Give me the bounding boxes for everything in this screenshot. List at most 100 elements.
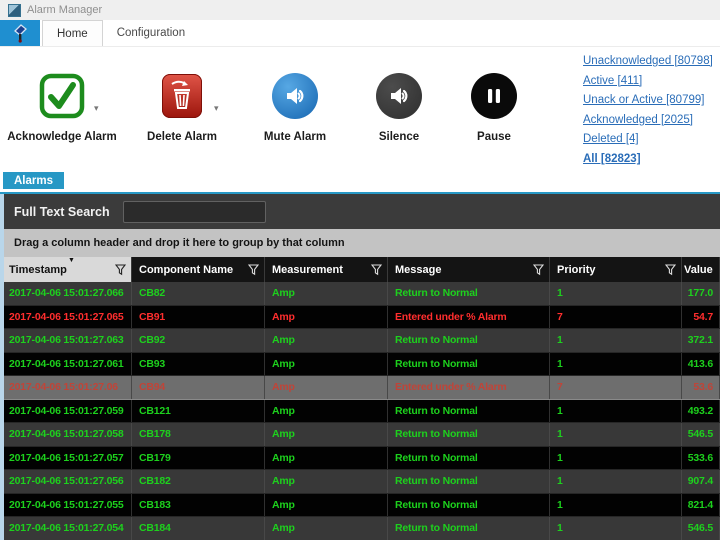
cell-priority: 1: [550, 329, 682, 352]
link-active[interactable]: Active [411]: [583, 72, 713, 92]
silence-label: Silence: [379, 131, 419, 143]
table-row[interactable]: 2017-04-06 15:01:27.057CB179AmpReturn to…: [4, 447, 720, 471]
column-header-timestamp[interactable]: Timestamp ▼: [4, 257, 132, 282]
delete-trash-icon: [162, 74, 202, 118]
cell-component: CB184: [132, 517, 265, 540]
cell-value: 533.6: [682, 447, 720, 470]
column-header-measurement[interactable]: Measurement: [265, 257, 388, 282]
cell-value: 821.4: [682, 494, 720, 517]
acknowledge-check-icon: [39, 73, 85, 119]
mute-alarm-label: Mute Alarm: [264, 131, 326, 143]
table-header-row: Timestamp ▼ Component Name Measurement: [4, 257, 720, 282]
cell-component: CB91: [132, 306, 265, 329]
cell-value: 53.6: [682, 376, 720, 399]
cell-value: 907.4: [682, 470, 720, 493]
cell-priority: 1: [550, 423, 682, 446]
acknowledge-dropdown-caret[interactable]: ▾: [94, 103, 99, 114]
table-row[interactable]: 2017-04-06 15:01:27.066CB82AmpReturn to …: [4, 282, 720, 306]
mute-speaker-icon: [272, 73, 318, 119]
cell-message: Return to Normal: [388, 353, 550, 376]
table-row[interactable]: 2017-04-06 15:01:27.054CB184AmpReturn to…: [4, 517, 720, 540]
mute-alarm-button[interactable]: Mute Alarm: [240, 73, 350, 143]
cell-value: 413.6: [682, 353, 720, 376]
column-header-priority[interactable]: Priority: [550, 257, 682, 282]
link-acknowledged[interactable]: Acknowledged [2025]: [583, 111, 713, 131]
alarm-manager-window: Alarm Manager Home Configuration ▾ Ackno…: [0, 0, 720, 540]
cell-value: 177.0: [682, 282, 720, 305]
cell-priority: 1: [550, 353, 682, 376]
link-all[interactable]: All [82823]: [583, 150, 713, 170]
column-header-component-name[interactable]: Component Name: [132, 257, 265, 282]
table-row[interactable]: 2017-04-06 15:01:27.056CB182AmpReturn to…: [4, 470, 720, 494]
cell-value: 546.5: [682, 423, 720, 446]
cell-value: 54.7: [682, 306, 720, 329]
filter-icon[interactable]: [371, 264, 382, 276]
cell-measurement: Amp: [265, 447, 388, 470]
full-text-search-input[interactable]: [123, 201, 266, 223]
cell-priority: 1: [550, 494, 682, 517]
cell-message: Return to Normal: [388, 447, 550, 470]
delete-dropdown-caret[interactable]: ▾: [214, 103, 219, 114]
cell-message: Return to Normal: [388, 423, 550, 446]
cell-component: CB183: [132, 494, 265, 517]
cell-timestamp: 2017-04-06 15:01:27.059: [4, 400, 132, 423]
link-unack-or-active[interactable]: Unack or Active [80799]: [583, 91, 713, 111]
alarms-tab-strip: Alarms: [0, 171, 720, 194]
cell-priority: 1: [550, 282, 682, 305]
acknowledge-alarm-button[interactable]: ▾ Acknowledge Alarm: [0, 73, 127, 143]
tab-alarms[interactable]: Alarms: [3, 172, 64, 189]
table-row[interactable]: 2017-04-06 15:01:27.059CB121AmpReturn to…: [4, 400, 720, 424]
cell-measurement: Amp: [265, 517, 388, 540]
full-text-search-label: Full Text Search: [14, 205, 110, 219]
tab-configuration[interactable]: Configuration: [103, 20, 199, 46]
cell-priority: 7: [550, 306, 682, 329]
table-body: 2017-04-06 15:01:27.066CB82AmpReturn to …: [4, 282, 720, 540]
cell-component: CB121: [132, 400, 265, 423]
table-row[interactable]: 2017-04-06 15:01:27.063CB92AmpReturn to …: [4, 329, 720, 353]
table-row[interactable]: 2017-04-06 15:01:27.061CB93AmpReturn to …: [4, 353, 720, 377]
cell-component: CB93: [132, 353, 265, 376]
filter-icon[interactable]: [533, 264, 544, 276]
filter-icon[interactable]: [665, 264, 676, 276]
ribbon-tab-strip: Home Configuration: [0, 20, 720, 47]
cell-component: CB94: [132, 376, 265, 399]
table-row[interactable]: 2017-04-06 15:01:27.065CB91AmpEntered un…: [4, 306, 720, 330]
cell-priority: 1: [550, 517, 682, 540]
cell-component: CB92: [132, 329, 265, 352]
filter-icon[interactable]: [248, 264, 259, 276]
toolbar: ▾ Acknowledge Alarm ▾ Delete Alarm: [0, 47, 720, 171]
cell-message: Return to Normal: [388, 400, 550, 423]
alarms-grid: Full Text Search Drag a column header an…: [4, 194, 720, 540]
cell-message: Entered under % Alarm: [388, 376, 550, 399]
cell-timestamp: 2017-04-06 15:01:27.054: [4, 517, 132, 540]
table-row[interactable]: 2017-04-06 15:01:27.058CB178AmpReturn to…: [4, 423, 720, 447]
delete-alarm-button[interactable]: ▾ Delete Alarm: [127, 73, 237, 143]
full-text-search-bar: Full Text Search: [4, 194, 720, 229]
cell-measurement: Amp: [265, 306, 388, 329]
pause-button[interactable]: Pause: [449, 73, 539, 143]
cell-measurement: Amp: [265, 494, 388, 517]
sort-desc-icon: ▼: [68, 257, 75, 264]
column-header-message[interactable]: Message: [388, 257, 550, 282]
cell-timestamp: 2017-04-06 15:01:27.058: [4, 423, 132, 446]
cell-measurement: Amp: [265, 353, 388, 376]
alarms-grid-area: Full Text Search Drag a column header an…: [0, 194, 720, 540]
cell-timestamp: 2017-04-06 15:01:27.066: [4, 282, 132, 305]
title-bar: Alarm Manager: [0, 0, 720, 20]
silence-button[interactable]: Silence: [354, 73, 444, 143]
link-deleted[interactable]: Deleted [4]: [583, 130, 713, 150]
cell-component: CB82: [132, 282, 265, 305]
filter-icon[interactable]: [115, 264, 126, 276]
table-row[interactable]: 2017-04-06 15:01:27.055CB183AmpReturn to…: [4, 494, 720, 518]
link-unacknowledged[interactable]: Unacknowledged [80798]: [583, 52, 713, 72]
cell-measurement: Amp: [265, 376, 388, 399]
group-by-drop-zone[interactable]: Drag a column header and drop it here to…: [4, 229, 720, 257]
cell-measurement: Amp: [265, 423, 388, 446]
relay-tool-icon: [9, 22, 31, 44]
app-menu-button[interactable]: [0, 20, 40, 46]
delete-alarm-label: Delete Alarm: [147, 131, 217, 143]
column-header-value[interactable]: Value: [682, 257, 720, 282]
tab-home[interactable]: Home: [42, 20, 103, 46]
cell-component: CB179: [132, 447, 265, 470]
table-row[interactable]: 2017-04-06 15:01:27.06CB94AmpEntered und…: [4, 376, 720, 400]
